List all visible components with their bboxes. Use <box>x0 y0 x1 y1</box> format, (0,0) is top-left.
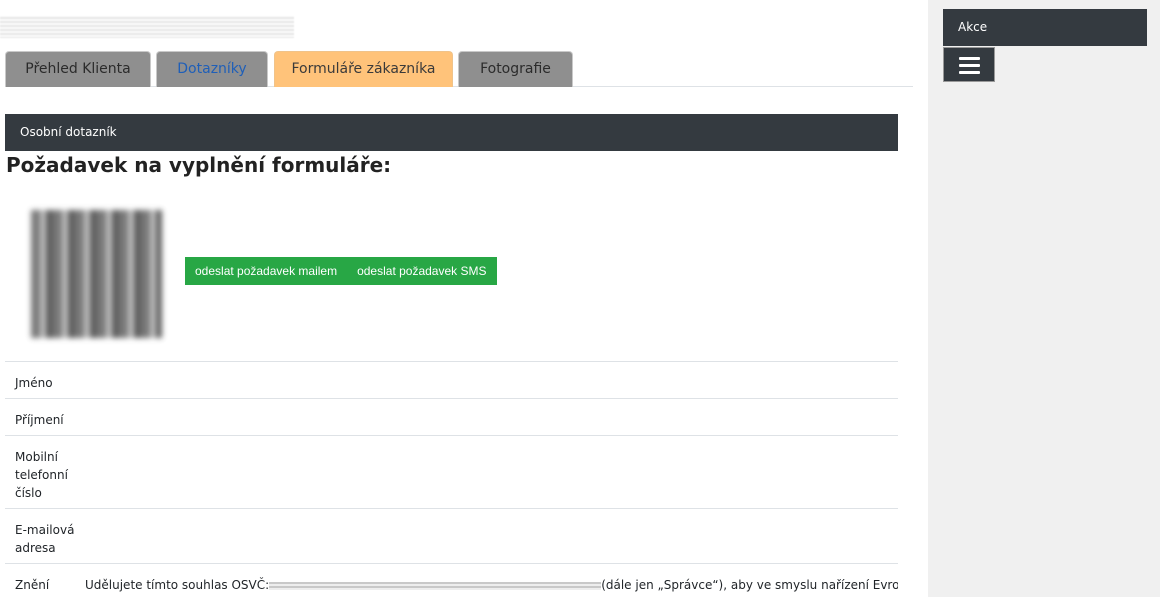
menu-icon-bar <box>959 64 980 67</box>
field-label: E-mailová adresa <box>15 523 75 555</box>
request-button-group: odeslat požadavek mailem odeslat požadav… <box>185 257 497 285</box>
field-value <box>77 509 898 563</box>
main-content: Přehled Klienta Dotazníky Formuláře záka… <box>0 0 928 597</box>
tab-bar: Přehled Klienta Dotazníky Formuláře záka… <box>5 51 913 87</box>
qr-code-image <box>31 210 162 338</box>
table-row: Jméno <box>5 361 898 398</box>
table-row: Znění Udělujete tímto souhlas OSVČ: (dále… <box>5 563 898 597</box>
field-label: Mobilní telefonní číslo <box>15 450 68 500</box>
tab-formulare-zakaznika[interactable]: Formuláře zákazníka <box>274 51 453 87</box>
akce-header: Akce <box>943 9 1147 46</box>
consent-prefix: Udělujete tímto souhlas OSVČ: <box>85 578 270 592</box>
table-row: Mobilní telefonní číslo <box>5 435 898 508</box>
right-sidebar <box>928 0 1160 597</box>
table-row: Příjmení <box>5 398 898 435</box>
send-mail-button[interactable]: odeslat požadavek mailem <box>185 257 348 285</box>
redacted-client-name <box>0 16 294 38</box>
send-sms-button[interactable]: odeslat požadavek SMS <box>347 257 497 285</box>
field-value <box>77 399 898 435</box>
field-label: Jméno <box>15 376 53 390</box>
consent-text: Udělujete tímto souhlas OSVČ: (dále jen „… <box>77 564 898 597</box>
field-value <box>77 436 898 508</box>
section-header: Osobní dotazník <box>5 114 898 151</box>
table-row: E-mailová adresa <box>5 508 898 563</box>
redacted-company <box>269 581 602 590</box>
form-fields-table: Jméno Příjmení Mobilní telefonní číslo E… <box>5 361 898 597</box>
tab-fotografie[interactable]: Fotografie <box>458 51 573 87</box>
consent-suffix: (dále jen „Správce“), aby ve smyslu naří… <box>601 578 898 592</box>
page-heading: Požadavek na vyplnění formuláře: <box>6 153 392 177</box>
menu-icon[interactable] <box>943 47 995 82</box>
tab-dotazniky[interactable]: Dotazníky <box>156 51 268 87</box>
menu-icon-bar <box>959 57 980 60</box>
field-label: Příjmení <box>15 413 64 427</box>
field-value <box>77 362 898 398</box>
field-label: Znění <box>15 578 50 592</box>
menu-icon-bar <box>959 71 980 74</box>
tab-prehled-klienta[interactable]: Přehled Klienta <box>5 51 151 87</box>
